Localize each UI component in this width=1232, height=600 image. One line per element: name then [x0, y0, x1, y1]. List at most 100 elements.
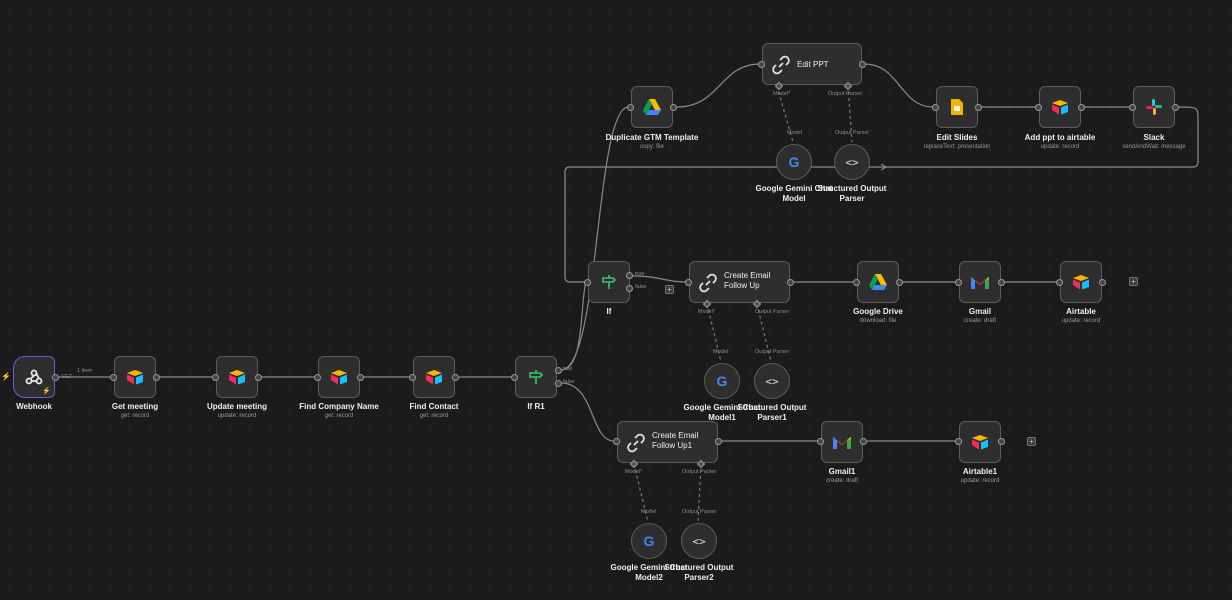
input-port[interactable]	[1056, 279, 1063, 286]
output-port[interactable]	[357, 374, 364, 381]
gemini-model-node[interactable]: G	[631, 523, 667, 559]
node-label: Structured Output Parser	[817, 184, 887, 203]
false-port[interactable]	[626, 285, 633, 292]
node-subtitle: get: record	[324, 413, 354, 419]
parser-port-label: Output Parser	[828, 91, 863, 97]
output-port[interactable]	[787, 279, 794, 286]
create-email1-agent-node[interactable]: Create Email Follow Up1	[617, 421, 718, 463]
input-port[interactable]	[613, 438, 620, 445]
airtable-icon	[1040, 87, 1080, 127]
google-g-icon: G	[643, 533, 655, 549]
output-port[interactable]	[52, 374, 59, 381]
gemini-model-node[interactable]: G	[704, 363, 740, 399]
node-subtitle: copy: file	[640, 144, 664, 150]
code-brackets-icon: <>	[845, 155, 859, 169]
if-r1-node[interactable]	[515, 356, 557, 398]
create-email-agent-node[interactable]: Create Email Follow Up	[689, 261, 790, 303]
input-port[interactable]	[584, 279, 591, 286]
true-port[interactable]	[626, 272, 633, 279]
input-port[interactable]	[1035, 104, 1042, 111]
node-label: Duplicate GTM Template	[605, 133, 699, 142]
google-drive-icon	[858, 262, 898, 302]
output-port[interactable]	[860, 438, 867, 445]
node-label: Find Company Name	[299, 402, 379, 411]
input-port[interactable]	[409, 374, 416, 381]
edit-slides-node[interactable]	[936, 86, 978, 128]
edge-item-count: 1 item	[77, 368, 92, 374]
output-port[interactable]	[670, 104, 677, 111]
input-port[interactable]	[1129, 104, 1136, 111]
update-meeting-node[interactable]	[216, 356, 258, 398]
duplicate-gtm-node[interactable]	[631, 86, 673, 128]
input-port[interactable]	[955, 438, 962, 445]
add-node-button[interactable]: +	[1129, 277, 1138, 286]
output-port[interactable]	[859, 61, 866, 68]
output-port[interactable]	[255, 374, 262, 381]
output-port[interactable]	[998, 438, 1005, 445]
parser-edge-label: Output Parser	[835, 130, 870, 136]
input-port[interactable]	[853, 279, 860, 286]
node-label: Create Email Follow Up1	[652, 431, 699, 450]
input-port[interactable]	[932, 104, 939, 111]
if-node[interactable]	[588, 261, 630, 303]
input-port[interactable]	[955, 279, 962, 286]
input-port[interactable]	[627, 104, 634, 111]
airtable-icon	[319, 357, 359, 397]
output-port[interactable]	[896, 279, 903, 286]
gmail1-node[interactable]	[821, 421, 863, 463]
add-node-button[interactable]: +	[1027, 437, 1036, 446]
find-company-node[interactable]	[318, 356, 360, 398]
node-label: Update meeting	[206, 402, 267, 411]
node-subtitle: sendAndWait: message	[1122, 144, 1186, 150]
true-label: true	[563, 366, 573, 372]
node-label: Add ppt to airtable	[1024, 133, 1096, 142]
input-port[interactable]	[817, 438, 824, 445]
input-port[interactable]	[110, 374, 117, 381]
find-contact-node[interactable]	[413, 356, 455, 398]
parser-port-label: Output Parser	[755, 309, 790, 315]
gmail-node[interactable]	[959, 261, 1001, 303]
true-port[interactable]	[555, 367, 562, 374]
true-label: true	[635, 271, 645, 277]
input-port[interactable]	[511, 374, 518, 381]
output-port[interactable]	[1172, 104, 1179, 111]
output-parser-node[interactable]: <>	[681, 523, 717, 559]
input-port[interactable]	[212, 374, 219, 381]
output-port[interactable]	[998, 279, 1005, 286]
output-port[interactable]	[975, 104, 982, 111]
node-label: Find Contact	[409, 402, 459, 411]
add-node-button[interactable]: +	[665, 285, 674, 294]
node-label: If R1	[527, 402, 545, 411]
input-port[interactable]	[685, 279, 692, 286]
edit-ppt-agent-node[interactable]: Edit PPT	[762, 43, 862, 85]
node-label: Airtable	[1066, 307, 1096, 316]
link-icon	[626, 433, 646, 458]
slack-node[interactable]	[1133, 86, 1175, 128]
false-port[interactable]	[555, 380, 562, 387]
model-port-label: Model*	[698, 309, 716, 315]
airtable-node[interactable]	[1060, 261, 1102, 303]
parser-edge-label: Output Parser	[755, 349, 790, 355]
google-drive-icon	[632, 87, 672, 127]
workflow-canvas[interactable]: ⚡ ⚡ Webhook 1 item GET Get meeting get: …	[0, 0, 1232, 600]
trigger-bolt-icon: ⚡	[1, 372, 11, 381]
gemini-model-node[interactable]: G	[776, 144, 812, 180]
add-ppt-node[interactable]	[1039, 86, 1081, 128]
google-drive-node[interactable]	[857, 261, 899, 303]
output-port[interactable]	[452, 374, 459, 381]
output-port[interactable]	[153, 374, 160, 381]
output-parser-node[interactable]: <>	[754, 363, 790, 399]
input-port[interactable]	[758, 61, 765, 68]
input-port[interactable]	[314, 374, 321, 381]
node-label: Airtable1	[962, 467, 998, 476]
output-port[interactable]	[1078, 104, 1085, 111]
airtable1-node[interactable]	[959, 421, 1001, 463]
output-port[interactable]	[715, 438, 722, 445]
output-parser-node[interactable]: <>	[834, 144, 870, 180]
model-port-label: Model*	[625, 469, 643, 475]
webhook-node[interactable]: ⚡	[13, 356, 55, 398]
edge-branch-label: GET	[61, 374, 73, 380]
get-meeting-node[interactable]	[114, 356, 156, 398]
output-port[interactable]	[1099, 279, 1106, 286]
false-label: false	[563, 379, 575, 385]
